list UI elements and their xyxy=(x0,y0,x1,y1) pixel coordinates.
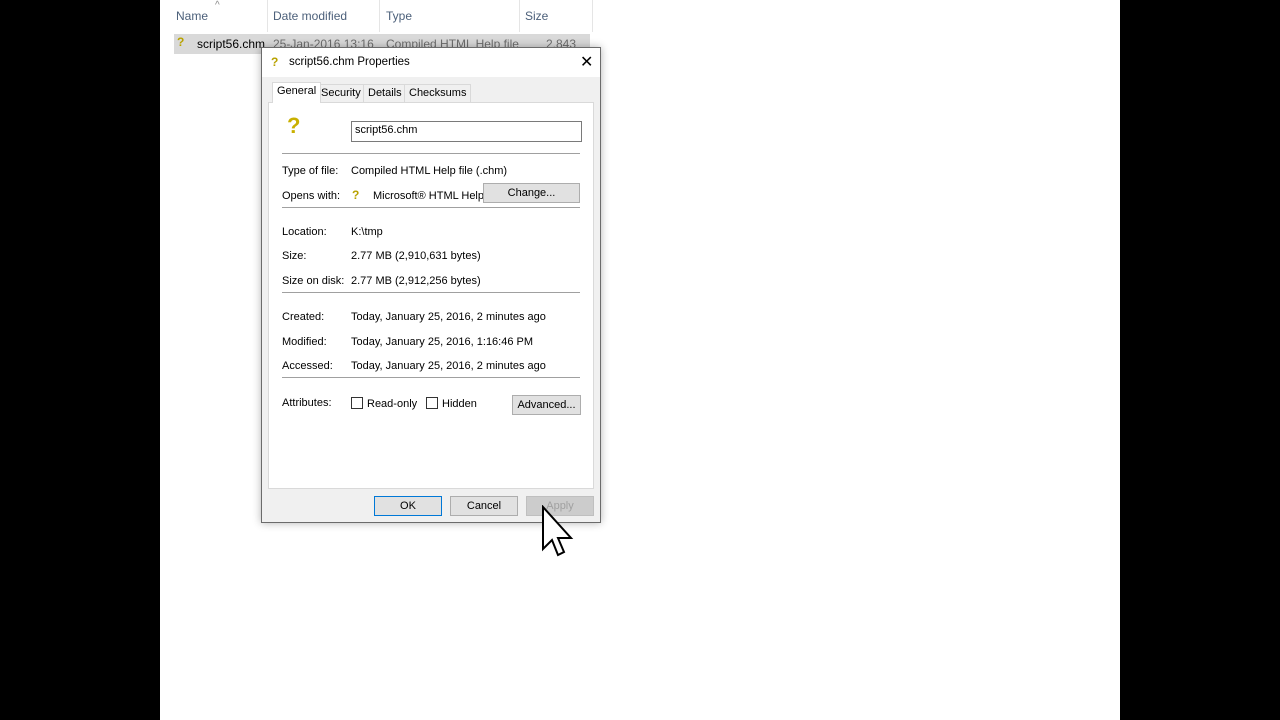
column-date-modified[interactable]: Date modified xyxy=(265,0,380,32)
ok-button[interactable]: OK xyxy=(374,496,442,516)
html-help-icon: ? xyxy=(352,188,360,202)
chm-file-icon: ? xyxy=(271,55,279,69)
tab-details[interactable]: Details xyxy=(363,84,407,102)
hidden-label[interactable]: Hidden xyxy=(442,398,477,410)
accessed-value: Today, January 25, 2016, 2 minutes ago xyxy=(351,360,546,372)
column-type[interactable]: Type xyxy=(378,0,520,32)
hidden-checkbox[interactable] xyxy=(426,397,438,409)
general-panel: ? script56.chm Type of file: Compiled HT… xyxy=(268,102,594,489)
divider xyxy=(282,207,580,208)
opens-with-label: Opens with: xyxy=(282,190,341,202)
type-value: Compiled HTML Help file (.chm) xyxy=(351,165,508,177)
properties-dialog: ? script56.chm Properties ✕ General Secu… xyxy=(261,47,601,523)
cancel-button[interactable]: Cancel xyxy=(450,496,518,516)
location-value: K:\tmp xyxy=(351,226,383,238)
size-label: Size: xyxy=(282,250,307,262)
chm-file-icon: ? xyxy=(177,35,185,49)
sort-ascending-icon: ^ xyxy=(215,0,220,11)
readonly-checkbox[interactable] xyxy=(351,397,363,409)
location-label: Location: xyxy=(282,226,327,238)
attributes-label: Attributes: xyxy=(282,397,332,409)
file-name: script56.chm xyxy=(197,37,266,51)
filename-input[interactable]: script56.chm xyxy=(351,121,582,142)
size-on-disk-label: Size on disk: xyxy=(282,275,345,287)
close-icon[interactable]: ✕ xyxy=(580,52,593,72)
modified-value: Today, January 25, 2016, 1:16:46 PM xyxy=(351,336,534,348)
tab-checksums[interactable]: Checksums xyxy=(404,84,472,102)
size-on-disk-value: 2.77 MB (2,912,256 bytes) xyxy=(351,275,481,287)
tab-general[interactable]: General xyxy=(272,82,322,103)
change-button[interactable]: Change... xyxy=(483,183,580,203)
tab-security[interactable]: Security xyxy=(316,84,366,102)
created-label: Created: xyxy=(282,311,325,323)
accessed-label: Accessed: xyxy=(282,360,333,372)
mouse-cursor-icon xyxy=(542,505,574,557)
title-bar[interactable]: ? script56.chm Properties ✕ xyxy=(262,48,600,77)
created-value: Today, January 25, 2016, 2 minutes ago xyxy=(351,311,546,323)
type-label: Type of file: xyxy=(282,165,339,177)
advanced-button[interactable]: Advanced... xyxy=(512,395,581,415)
readonly-label[interactable]: Read-only xyxy=(367,398,417,410)
chm-file-large-icon: ? xyxy=(287,113,301,138)
modified-label: Modified: xyxy=(282,336,327,348)
divider xyxy=(282,153,580,154)
divider xyxy=(282,377,580,378)
dialog-title: script56.chm Properties xyxy=(289,56,410,68)
size-value: 2.77 MB (2,910,631 bytes) xyxy=(351,250,481,262)
opens-with-value: Microsoft® HTML Help xyxy=(373,190,484,202)
column-size[interactable]: Size xyxy=(517,0,593,32)
divider xyxy=(282,292,580,293)
